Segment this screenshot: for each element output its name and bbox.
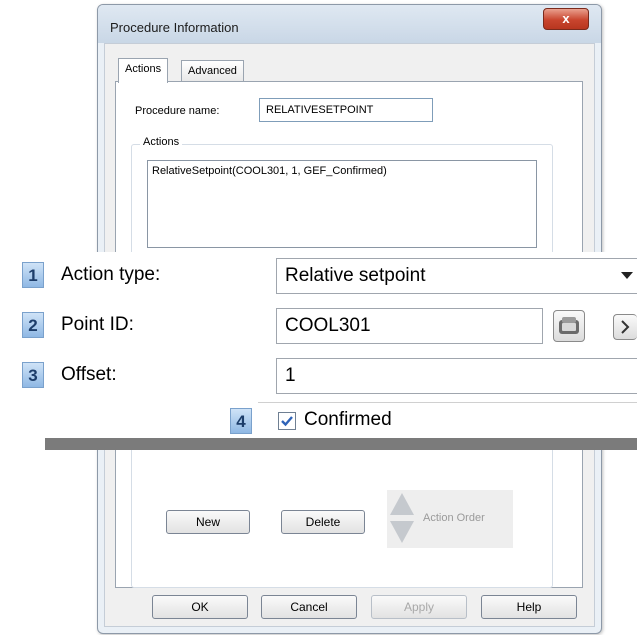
procedure-name-input[interactable]: RELATIVESETPOINT bbox=[259, 98, 433, 122]
checkmark-icon bbox=[281, 416, 293, 427]
offset-label: Offset: bbox=[61, 364, 117, 385]
window-title: Procedure Information bbox=[110, 20, 239, 35]
callout-badge-3: 3 bbox=[22, 362, 44, 388]
point-id-input[interactable]: COOL301 bbox=[276, 308, 543, 344]
move-down-icon[interactable] bbox=[390, 521, 414, 543]
callout-badge-4: 4 bbox=[230, 408, 252, 434]
procedure-name-label: Procedure name: bbox=[135, 105, 220, 117]
list-item[interactable]: RelativeSetpoint(COOL301, 1, GEF_Confirm… bbox=[152, 165, 532, 177]
callout-badge-1: 1 bbox=[22, 262, 44, 288]
confirmed-row: Confirmed bbox=[258, 402, 637, 439]
actions-listbox[interactable]: RelativeSetpoint(COOL301, 1, GEF_Confirm… bbox=[147, 160, 537, 248]
overlay-divider-bar bbox=[45, 438, 637, 450]
chevron-right-icon bbox=[621, 320, 630, 334]
action-type-value: Relative setpoint bbox=[285, 265, 426, 286]
help-button[interactable]: Help bbox=[481, 595, 577, 619]
browse-point-button[interactable] bbox=[553, 310, 585, 342]
move-up-icon[interactable] bbox=[390, 493, 414, 515]
cancel-button[interactable]: Cancel bbox=[261, 595, 357, 619]
actions-group-title: Actions bbox=[140, 136, 183, 148]
action-type-label: Action type: bbox=[61, 264, 161, 285]
action-order-control[interactable]: Action Order bbox=[387, 490, 513, 548]
confirmed-checkbox[interactable] bbox=[278, 412, 296, 430]
apply-button[interactable]: Apply bbox=[371, 595, 467, 619]
zoom-callout-overlay: 1 Action type: Relative setpoint 2 Point… bbox=[0, 252, 637, 438]
close-button[interactable]: x bbox=[543, 8, 589, 30]
new-button[interactable]: New bbox=[166, 510, 250, 534]
expand-button[interactable] bbox=[613, 314, 637, 340]
callout-badge-2: 2 bbox=[22, 312, 44, 338]
dropdown-arrow-icon bbox=[621, 272, 633, 279]
tab-actions[interactable]: Actions bbox=[118, 58, 169, 83]
action-type-dropdown[interactable]: Relative setpoint bbox=[276, 258, 637, 294]
confirmed-label: Confirmed bbox=[304, 409, 392, 430]
folder-browse-icon bbox=[559, 317, 579, 334]
title-bar[interactable]: Procedure Information x bbox=[98, 5, 601, 43]
point-id-label: Point ID: bbox=[61, 314, 134, 335]
delete-button[interactable]: Delete bbox=[281, 510, 365, 534]
offset-input[interactable]: 1 bbox=[276, 358, 637, 394]
tab-advanced[interactable]: Advanced bbox=[181, 60, 244, 83]
ok-button[interactable]: OK bbox=[152, 595, 248, 619]
action-order-label: Action Order bbox=[423, 512, 485, 524]
